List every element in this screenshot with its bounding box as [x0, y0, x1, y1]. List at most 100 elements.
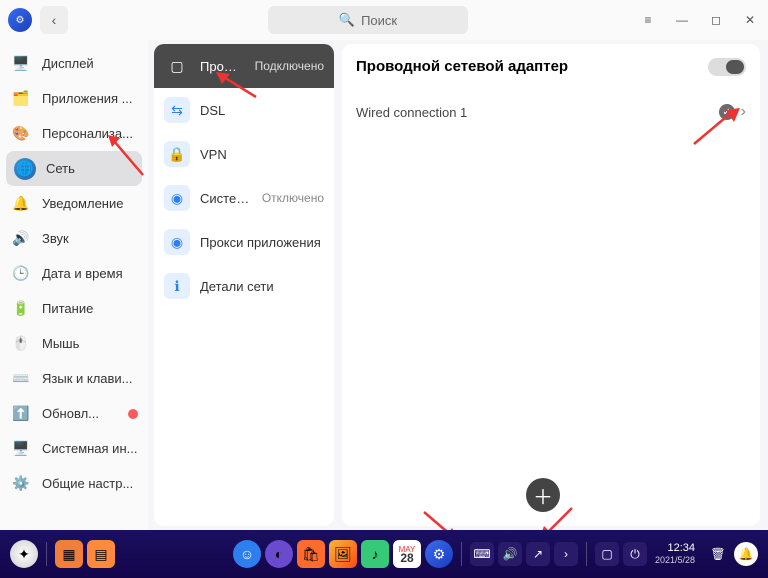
- sidebar-label: Приложения ...: [42, 91, 133, 106]
- close-button[interactable]: ✕: [740, 10, 760, 30]
- mid-label: Систе…: [200, 191, 249, 206]
- menu-button[interactable]: ≡: [638, 10, 658, 30]
- tray-power-icon[interactable]: ⏻: [623, 542, 647, 566]
- update-badge: [128, 409, 138, 419]
- search-input[interactable]: 🔍 Поиск: [268, 6, 468, 34]
- titlebar: ⚙ ‹ 🔍 Поиск ≡ — ◻ ✕: [0, 0, 768, 40]
- sidebar-icon: 🔔: [10, 193, 32, 215]
- sidebar-label: Питание: [42, 301, 93, 316]
- sidebar-item-3[interactable]: 🌐 Сеть: [6, 151, 142, 186]
- sidebar-icon: 🖥️: [10, 438, 32, 460]
- sidebar-item-4[interactable]: 🔔 Уведомление: [0, 186, 148, 221]
- sidebar-label: Персонализа...: [42, 126, 133, 141]
- sidebar-label: Мышь: [42, 336, 79, 351]
- detail-title: Проводной сетевой адаптер: [356, 58, 746, 75]
- sidebar-item-2[interactable]: 🎨 Персонализа...: [0, 116, 148, 151]
- add-connection-button[interactable]: ＋: [526, 478, 560, 512]
- sidebar-label: Обновл...: [42, 406, 99, 421]
- mid-icon: ◉: [164, 185, 190, 211]
- launcher-icon[interactable]: ✦: [10, 540, 38, 568]
- sidebar-icon: 🎨: [10, 123, 32, 145]
- sidebar-item-5[interactable]: 🔊 Звук: [0, 221, 148, 256]
- mid-label: VPN: [200, 147, 227, 162]
- sidebar-item-1[interactable]: 🗂️ Приложения ...: [0, 81, 148, 116]
- mid-status: Отключено: [262, 191, 324, 205]
- task-store-icon[interactable]: 🛍: [297, 540, 325, 568]
- mid-label: DSL: [200, 103, 225, 118]
- sidebar-icon: 🔊: [10, 228, 32, 250]
- task-calendar-icon[interactable]: MAY28: [393, 540, 421, 568]
- sidebar-icon: ⬆️: [10, 403, 32, 425]
- mid-label: Детали сети: [200, 279, 274, 294]
- sidebar-label: Сеть: [46, 161, 75, 176]
- detail-pane: Проводной сетевой адаптер Wired connecti…: [342, 44, 760, 526]
- sidebar-item-11[interactable]: 🖥️ Системная ин...: [0, 431, 148, 466]
- connection-name: Wired connection 1: [356, 105, 467, 120]
- minimize-button[interactable]: —: [672, 10, 692, 30]
- task-browser-icon[interactable]: ☺: [233, 540, 261, 568]
- adapter-toggle[interactable]: [708, 58, 746, 76]
- task-photos-icon[interactable]: 🖼: [329, 540, 357, 568]
- check-icon: ✓: [719, 104, 735, 120]
- sidebar-label: Уведомление: [42, 196, 123, 211]
- sidebar: 🖥️ Дисплей 🗂️ Приложения ... 🎨 Персонализа...…: [0, 40, 148, 530]
- mid-item-sysproxy[interactable]: ◉ Систе… Отключено: [154, 176, 334, 220]
- sidebar-icon: 🌐: [14, 158, 36, 180]
- chevron-right-icon: ›: [741, 103, 746, 121]
- maximize-button[interactable]: ◻: [706, 10, 726, 30]
- mid-icon: ℹ: [164, 273, 190, 299]
- sidebar-item-6[interactable]: 🕒 Дата и время: [0, 256, 148, 291]
- taskbar: ✦ ▦ ▤ ☺ ◐ 🛍 🖼 ♪ MAY28 ⚙ ⌨ 🔊 ↗ › ▢ ⏻ 12:3…: [0, 530, 768, 578]
- connection-row[interactable]: Wired connection 1 ✓ ›: [356, 95, 746, 129]
- sidebar-item-9[interactable]: ⌨️ Язык и клави...: [0, 361, 148, 396]
- mid-label: Про…: [200, 59, 237, 74]
- tray-notify-icon[interactable]: 🔔: [734, 542, 758, 566]
- task-music-icon[interactable]: ♪: [361, 540, 389, 568]
- sidebar-label: Системная ин...: [42, 441, 137, 456]
- sidebar-label: Дисплей: [42, 56, 94, 71]
- mid-status: Подключено: [255, 59, 324, 73]
- tray-display-icon[interactable]: ▢: [595, 542, 619, 566]
- sidebar-item-12[interactable]: ⚙️ Общие настр...: [0, 466, 148, 501]
- sidebar-label: Дата и время: [42, 266, 123, 281]
- sidebar-icon: 🗂️: [10, 88, 32, 110]
- sidebar-icon: 🔋: [10, 298, 32, 320]
- mid-icon: ◉: [164, 229, 190, 255]
- mid-item-vpn[interactable]: 🔒 VPN: [154, 132, 334, 176]
- task-files-icon[interactable]: ▤: [87, 540, 115, 568]
- task-workspace-icon[interactable]: ▦: [55, 540, 83, 568]
- tray-network-icon[interactable]: ↗: [526, 542, 550, 566]
- sidebar-item-0[interactable]: 🖥️ Дисплей: [0, 46, 148, 81]
- mid-icon: 🔒: [164, 141, 190, 167]
- back-button[interactable]: ‹: [40, 6, 68, 34]
- sidebar-item-8[interactable]: 🖱️ Мышь: [0, 326, 148, 361]
- mid-label: Прокси приложения: [200, 235, 321, 250]
- tray-trash-icon[interactable]: 🗑: [706, 542, 730, 566]
- sidebar-item-10[interactable]: ⬆️ Обновл...: [0, 396, 148, 431]
- mid-icon: ⇆: [164, 97, 190, 123]
- sidebar-icon: ⚙️: [10, 473, 32, 495]
- tray-volume-icon[interactable]: 🔊: [498, 542, 522, 566]
- sidebar-label: Общие настр...: [42, 476, 133, 491]
- sidebar-icon: 🖱️: [10, 333, 32, 355]
- mid-item-wired[interactable]: ▢ Про… Подключено: [154, 44, 334, 88]
- taskbar-clock[interactable]: 12:34 2021/5/28: [655, 542, 695, 566]
- sidebar-icon: 🕒: [10, 263, 32, 285]
- mid-item-appproxy[interactable]: ◉ Прокси приложения: [154, 220, 334, 264]
- search-placeholder: Поиск: [361, 13, 397, 28]
- sidebar-icon: ⌨️: [10, 368, 32, 390]
- sidebar-label: Язык и клави...: [42, 371, 133, 386]
- task-browser2-icon[interactable]: ◐: [265, 540, 293, 568]
- sidebar-item-7[interactable]: 🔋 Питание: [0, 291, 148, 326]
- tray-keyboard-icon[interactable]: ⌨: [470, 542, 494, 566]
- mid-icon: ▢: [164, 53, 190, 79]
- app-logo-icon: ⚙: [8, 8, 32, 32]
- sidebar-label: Звук: [42, 231, 69, 246]
- sidebar-icon: 🖥️: [10, 53, 32, 75]
- task-settings-icon[interactable]: ⚙: [425, 540, 453, 568]
- mid-item-dsl[interactable]: ⇆ DSL: [154, 88, 334, 132]
- network-category-list: ▢Про…Подключено⇆DSL🔒VPN◉Систе…Отключено◉…: [154, 44, 334, 526]
- tray-more-icon[interactable]: ›: [554, 542, 578, 566]
- mid-item-netdetails[interactable]: ℹ Детали сети: [154, 264, 334, 308]
- search-icon: 🔍: [339, 12, 355, 28]
